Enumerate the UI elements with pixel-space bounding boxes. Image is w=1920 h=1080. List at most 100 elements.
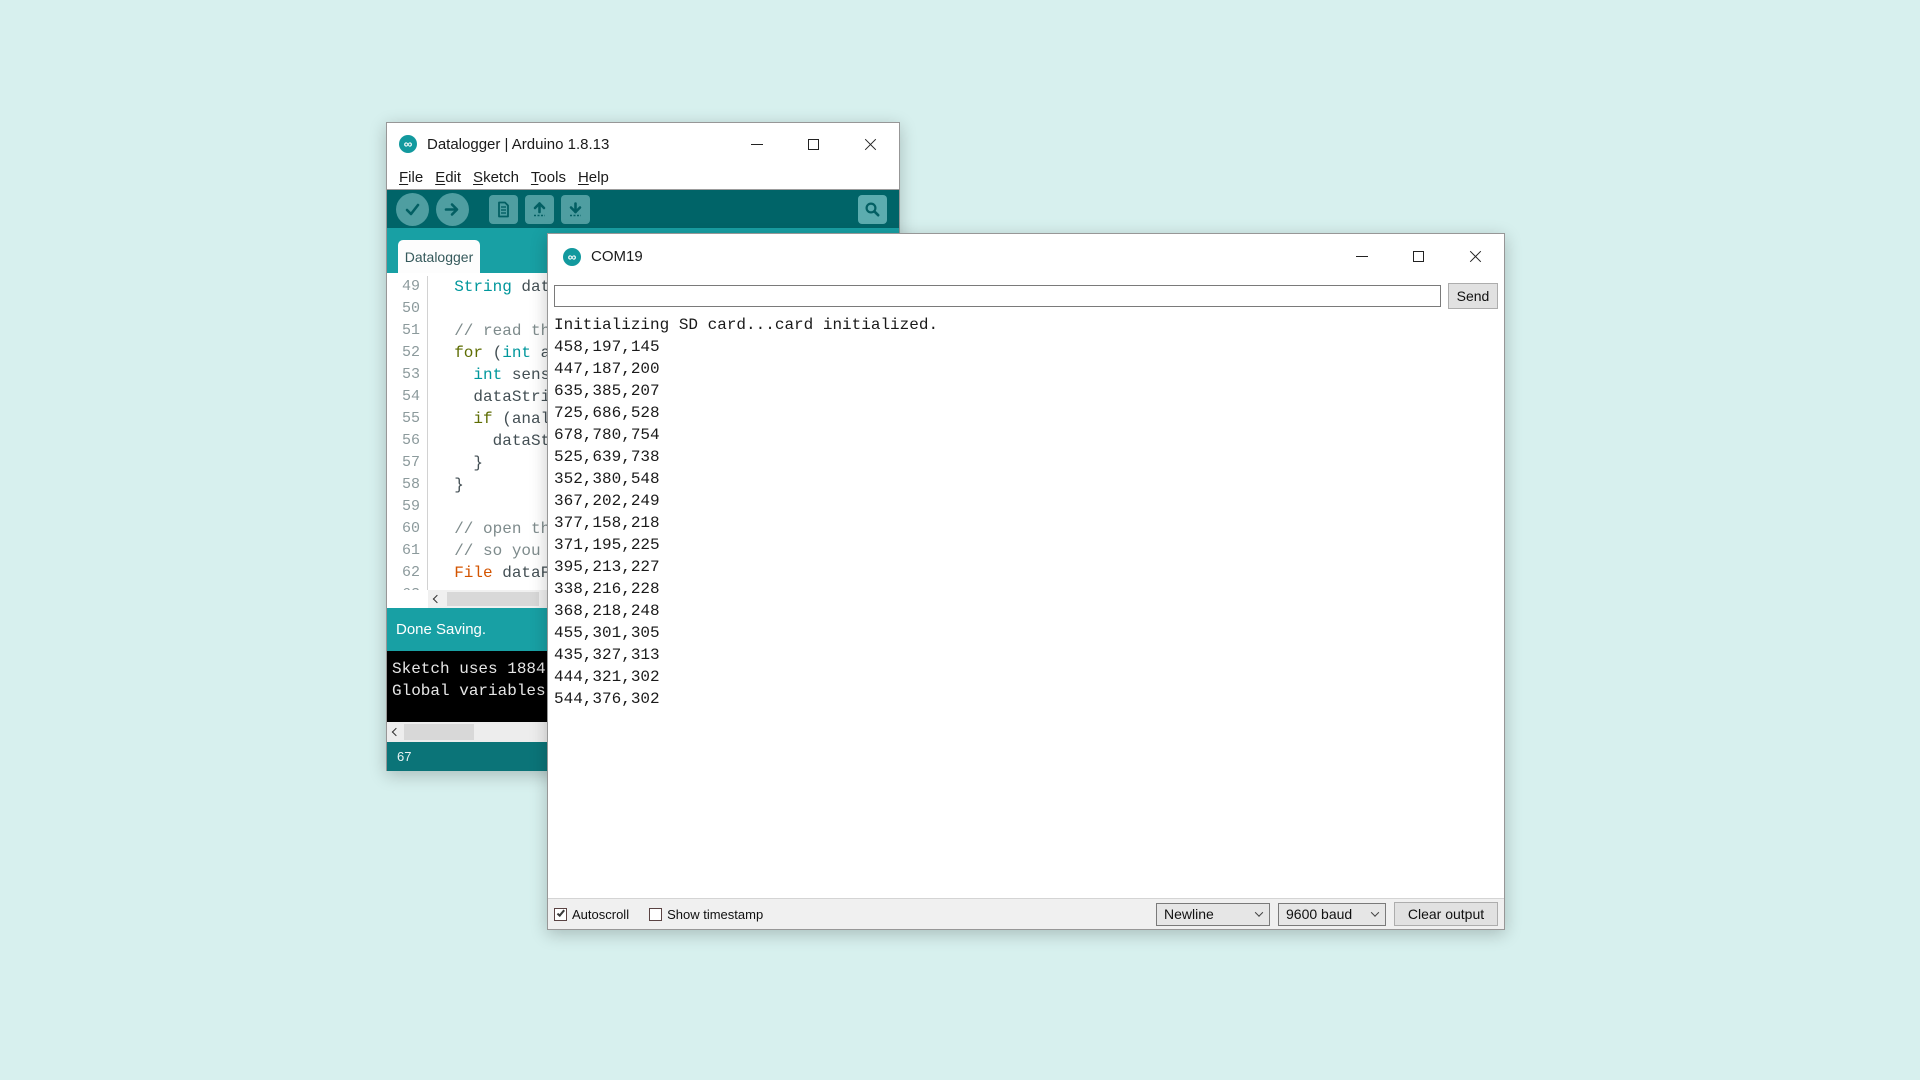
line-number: 51: [387, 320, 428, 342]
serial-input[interactable]: [554, 285, 1441, 307]
serial-line: 458,197,145: [554, 336, 1504, 358]
console-scroll-thumb[interactable]: [404, 724, 474, 740]
verify-button[interactable]: [396, 193, 429, 226]
ide-window-title: Datalogger | Arduino 1.8.13: [427, 136, 609, 153]
line-number: 62: [387, 562, 428, 584]
scroll-left-button[interactable]: [428, 590, 445, 608]
serial-line: 435,327,313: [554, 644, 1504, 666]
code-text: }: [428, 452, 483, 474]
chevron-left-icon: [432, 595, 440, 603]
console-scroll-left-button[interactable]: [387, 722, 404, 742]
current-line-indicator: 67: [397, 749, 411, 764]
line-ending-value: Newline: [1164, 906, 1248, 922]
line-ending-select[interactable]: Newline: [1156, 903, 1270, 926]
arrow-down-icon: [566, 200, 585, 219]
serial-line: 368,218,248: [554, 600, 1504, 622]
line-number: 61: [387, 540, 428, 562]
check-icon: [556, 908, 564, 917]
serial-line: 367,202,249: [554, 490, 1504, 512]
line-number: 57: [387, 452, 428, 474]
line-number: 56: [387, 430, 428, 452]
code-text: dataStrin: [428, 386, 560, 408]
baud-rate-select[interactable]: 9600 baud: [1278, 903, 1386, 926]
chevron-down-icon: [1371, 908, 1379, 916]
chevron-down-icon: [1255, 908, 1263, 916]
serial-line: 678,780,754: [554, 424, 1504, 446]
new-sketch-button[interactable]: [489, 195, 518, 224]
timestamp-option: Show timestamp: [649, 907, 763, 922]
tab-datalogger[interactable]: Datalogger: [398, 240, 480, 273]
line-number: 59: [387, 496, 428, 518]
serial-maximize-button[interactable]: [1390, 234, 1447, 279]
menu-item-tools[interactable]: Tools: [525, 169, 572, 186]
upload-button[interactable]: [436, 193, 469, 226]
serial-line: 544,376,302: [554, 688, 1504, 710]
menu-item-file[interactable]: File: [393, 169, 429, 186]
ide-close-button[interactable]: [842, 123, 899, 165]
serial-line: 395,213,227: [554, 556, 1504, 578]
code-text: int senso: [428, 364, 560, 386]
serial-bottom-bar: Autoscroll Show timestamp Newline 9600 b…: [548, 898, 1504, 929]
serial-output[interactable]: Initializing SD card...card initialized.…: [548, 312, 1504, 900]
code-text: // so you h: [428, 540, 560, 562]
minimize-icon: [751, 144, 763, 145]
code-text: dataSti: [428, 430, 560, 452]
menu-item-sketch[interactable]: Sketch: [467, 169, 525, 186]
code-text: for (int an: [428, 342, 560, 364]
clear-output-button[interactable]: Clear output: [1394, 902, 1498, 926]
line-number: 49: [387, 276, 428, 298]
chevron-left-icon: [391, 728, 399, 736]
show-timestamp-checkbox[interactable]: [649, 908, 662, 921]
serial-line: 455,301,305: [554, 622, 1504, 644]
serial-titlebar[interactable]: ∞ COM19: [548, 234, 1504, 279]
maximize-icon: [1413, 251, 1424, 262]
code-text: [428, 298, 435, 320]
line-number: 53: [387, 364, 428, 386]
serial-line: 371,195,225: [554, 534, 1504, 556]
serial-line: 447,187,200: [554, 358, 1504, 380]
ide-toolbar: [387, 189, 899, 228]
code-text: File dataFi: [428, 562, 560, 584]
autoscroll-option: Autoscroll: [554, 907, 629, 922]
send-button[interactable]: Send: [1448, 283, 1498, 309]
autoscroll-label: Autoscroll: [572, 907, 629, 922]
code-text: if (analo: [428, 408, 560, 430]
maximize-icon: [808, 139, 819, 150]
desktop-background: ∞ Datalogger | Arduino 1.8.13 FileEditSk…: [0, 0, 1920, 1080]
serial-monitor-window: ∞ COM19 Send Initializing SD card...card…: [547, 233, 1505, 930]
serial-line: 444,321,302: [554, 666, 1504, 688]
menu-item-help[interactable]: Help: [572, 169, 615, 186]
serial-line: Initializing SD card...card initialized.: [554, 314, 1504, 336]
code-text: String data: [428, 276, 560, 298]
menu-item-edit[interactable]: Edit: [429, 169, 467, 186]
minimize-icon: [1356, 256, 1368, 257]
close-icon: [1469, 250, 1482, 263]
serial-line: 525,639,738: [554, 446, 1504, 468]
editor-scroll-thumb[interactable]: [447, 592, 539, 606]
serial-close-button[interactable]: [1447, 234, 1504, 279]
ide-minimize-button[interactable]: [728, 123, 785, 165]
document-icon: [494, 200, 513, 219]
serial-monitor-button[interactable]: [858, 195, 887, 224]
ide-menubar: FileEditSketchToolsHelp: [387, 165, 899, 189]
ide-titlebar[interactable]: ∞ Datalogger | Arduino 1.8.13: [387, 123, 899, 165]
code-text: }: [428, 474, 464, 496]
check-icon: [403, 200, 422, 219]
line-number: 50: [387, 298, 428, 320]
line-number: 54: [387, 386, 428, 408]
line-number: 58: [387, 474, 428, 496]
open-sketch-button[interactable]: [525, 195, 554, 224]
baud-rate-value: 9600 baud: [1286, 906, 1364, 922]
serial-window-title: COM19: [591, 248, 643, 265]
ide-maximize-button[interactable]: [785, 123, 842, 165]
serial-minimize-button[interactable]: [1333, 234, 1390, 279]
gutter-spacer: [387, 590, 428, 608]
arrow-up-icon: [530, 200, 549, 219]
autoscroll-checkbox[interactable]: [554, 908, 567, 921]
close-icon: [864, 138, 877, 151]
arrow-right-icon: [443, 200, 462, 219]
magnifier-icon: [863, 200, 882, 219]
serial-line: 725,686,528: [554, 402, 1504, 424]
save-sketch-button[interactable]: [561, 195, 590, 224]
line-number: 55: [387, 408, 428, 430]
